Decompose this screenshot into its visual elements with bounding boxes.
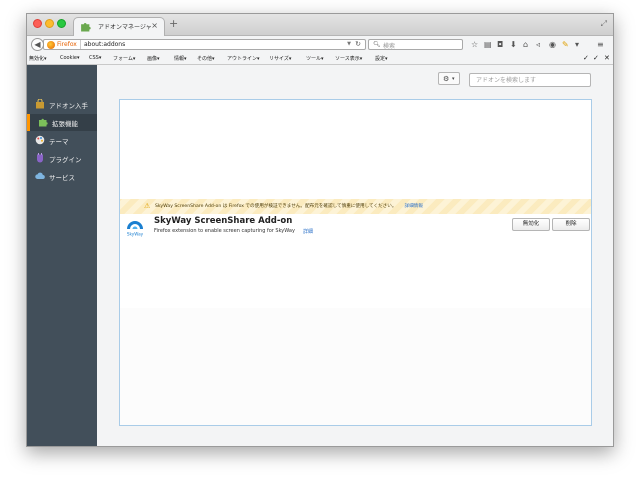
dev-disable-menu[interactable]: 無効化▾ (29, 55, 47, 62)
window-minimize-button[interactable] (45, 19, 54, 28)
category-sidebar: アドオン入手 拡張機能 テーマ プラグイン サービス (27, 65, 97, 446)
reload-icon[interactable]: ↻ (355, 40, 361, 48)
dev-settings-menu[interactable]: 設定▾ (375, 55, 388, 62)
chat-icon[interactable]: ◉ (549, 40, 556, 49)
tab-addon-manager[interactable]: アドオンマネージャ × (73, 17, 165, 36)
dev-form-menu[interactable]: フォーム▾ (113, 55, 135, 62)
sidebar-item-label: サービス (49, 174, 75, 182)
dev-check-icon[interactable]: ✓ (583, 54, 589, 62)
home-icon[interactable]: ⌂ (523, 40, 528, 49)
addon-details-link[interactable]: 詳細 (303, 228, 313, 235)
window-close-button[interactable] (33, 19, 42, 28)
plugin-icon (37, 153, 43, 163)
dev-css-menu[interactable]: CSS▾ (89, 55, 101, 61)
browser-window: アドオンマネージャ × + ⤢ Firefox about:addons ▼ ↻… (26, 13, 614, 447)
addon-search-input[interactable] (469, 73, 591, 87)
navigation-bar: Firefox about:addons ▼ ↻ ◀ 🔍︎ 検索 ☆ ▤ ◘ ⬇… (27, 36, 613, 53)
tab-title: アドオンマネージャ (98, 24, 152, 31)
search-placeholder: 検索 (383, 43, 396, 50)
warning-message: SkyWay ScreenShare Add-on は Firefox での使用… (155, 203, 423, 209)
dev-image-menu[interactable]: 画像▾ (147, 55, 160, 62)
bookmark-star-icon[interactable]: ☆ (471, 40, 478, 49)
disable-button[interactable]: 無効化 (512, 218, 550, 231)
addon-list-item[interactable]: SkyWay SkyWay ScreenShare Add-on Firefox… (120, 214, 591, 240)
web-developer-toolbar: 無効化▾ Cookie▾ CSS▾ フォーム▾ 画像▾ 情報▾ その他▾ アウト… (27, 53, 613, 65)
url-text[interactable]: about:addons (84, 41, 125, 48)
remove-button[interactable]: 削除 (552, 218, 590, 231)
warning-icon: ⚠ (144, 202, 151, 210)
puzzle-piece-icon (81, 22, 91, 32)
sidebar-item-plugins[interactable]: プラグイン (27, 150, 97, 167)
back-button[interactable]: ◀ (31, 38, 44, 51)
puzzle-piece-icon (39, 118, 48, 127)
gear-icon: ⚙ (443, 75, 450, 83)
new-tab-button[interactable]: + (169, 17, 178, 30)
sidebar-item-label: テーマ (49, 138, 69, 146)
url-bar[interactable]: Firefox about:addons ▼ ↻ (43, 39, 366, 50)
addon-list-panel: ⚠ SkyWay ScreenShare Add-on は Firefox での… (119, 99, 592, 426)
firefox-icon (47, 41, 55, 49)
dev-view-source-menu[interactable]: ソース表示▾ (335, 55, 362, 62)
sidebar-item-label: プラグイン (49, 156, 82, 164)
extension-toolbar-icon[interactable]: ✎ (562, 40, 569, 49)
more-info-link[interactable]: 詳細情報 (404, 204, 422, 209)
dev-check-icon[interactable]: ✓ (593, 54, 599, 62)
dev-tools-menu[interactable]: ツール▾ (306, 55, 324, 62)
window-maximize-button[interactable] (57, 19, 66, 28)
palette-icon (35, 135, 45, 145)
tab-close-icon[interactable]: × (151, 21, 158, 30)
url-separator (80, 40, 81, 49)
dev-cookie-menu[interactable]: Cookie▾ (60, 55, 79, 61)
url-dropdown-icon[interactable]: ▼ (347, 41, 351, 47)
search-icon: 🔍︎ (373, 41, 381, 48)
dev-info-menu[interactable]: 情報▾ (174, 55, 187, 62)
sidebar-item-services[interactable]: サービス (27, 168, 97, 185)
cloud-service-icon (35, 172, 45, 179)
pocket-icon[interactable]: ◘ (497, 40, 503, 49)
addon-name: SkyWay ScreenShare Add-on (154, 216, 293, 226)
addon-description: Firefox extension to enable screen captu… (154, 228, 295, 234)
dev-outline-menu[interactable]: アウトライン▾ (227, 55, 260, 62)
addon-list-view: ⚙ ▾ ⚠ SkyWay ScreenShare Add-on は Firefo… (97, 65, 613, 446)
dev-close-icon[interactable]: ✕ (604, 54, 610, 62)
menu-icon[interactable]: ≡ (597, 40, 604, 49)
dev-misc-menu[interactable]: その他▾ (197, 55, 215, 62)
search-bar[interactable]: 🔍︎ 検索 (368, 39, 463, 50)
tools-menu-button[interactable]: ⚙ ▾ (438, 72, 460, 85)
toolbar-dropdown-icon[interactable]: ▾ (575, 40, 579, 49)
sidebar-item-extensions[interactable]: 拡張機能 (27, 114, 97, 131)
share-icon[interactable]: ◃ (536, 40, 540, 49)
sidebar-item-themes[interactable]: テーマ (27, 132, 97, 149)
skyway-logo-icon: SkyWay (127, 221, 144, 237)
fullscreen-icon[interactable]: ⤢ (601, 19, 607, 29)
unsigned-warning-banner: ⚠ SkyWay ScreenShare Add-on は Firefox での… (120, 199, 591, 214)
dev-resize-menu[interactable]: リサイズ▾ (269, 55, 291, 62)
warning-text: SkyWay ScreenShare Add-on は Firefox での使用… (155, 204, 397, 209)
title-bar: アドオンマネージャ × + ⤢ (27, 14, 613, 36)
chevron-down-icon: ▾ (452, 76, 455, 82)
shopping-bag-icon (36, 99, 44, 109)
download-icon[interactable]: ⬇ (510, 40, 517, 49)
sidebar-item-label: 拡張機能 (52, 120, 78, 128)
sidebar-item-label: アドオン入手 (49, 102, 88, 110)
sidebar-item-get-addons[interactable]: アドオン入手 (27, 96, 97, 113)
url-brand: Firefox (57, 41, 77, 48)
reading-list-icon[interactable]: ▤ (484, 40, 492, 49)
skyway-logo-text: SkyWay (127, 232, 144, 237)
